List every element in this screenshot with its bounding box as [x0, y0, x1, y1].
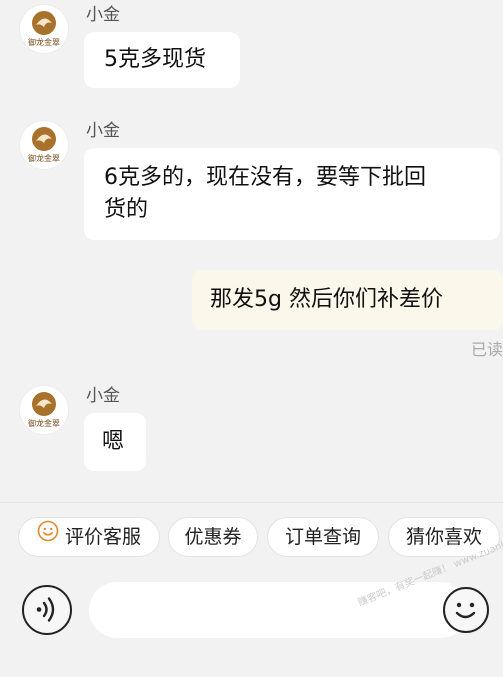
- dragon-logo-icon: 御龙金翠: [28, 11, 60, 47]
- chip-label: 猜你喜欢: [405, 526, 482, 548]
- toolbar-divider: [0, 502, 503, 503]
- smile-icon: [37, 517, 59, 555]
- agent-avatar[interactable]: 御龙金翠: [19, 385, 69, 435]
- order-query-chip[interactable]: 订单查询: [267, 517, 379, 557]
- message-input[interactable]: [89, 582, 469, 638]
- svg-text:御龙金翠: 御龙金翠: [28, 418, 60, 428]
- voice-button[interactable]: [22, 585, 72, 635]
- agent-avatar[interactable]: 御龙金翠: [19, 4, 69, 54]
- dragon-logo-icon: 御龙金翠: [28, 127, 60, 163]
- sender-name: 小金: [86, 386, 120, 406]
- chip-label: 优惠券: [184, 526, 242, 548]
- dragon-logo-icon: 御龙金翠: [28, 392, 60, 428]
- emoji-button[interactable]: [443, 587, 489, 633]
- agent-avatar[interactable]: 御龙金翠: [19, 120, 69, 170]
- message-line: 货的: [104, 197, 149, 222]
- message-line: 6克多的，现在没有，要等下批回: [104, 165, 426, 190]
- coupon-chip[interactable]: 优惠券: [168, 517, 258, 557]
- svg-text:御龙金翠: 御龙金翠: [28, 37, 60, 47]
- svg-text:御龙金翠: 御龙金翠: [28, 153, 60, 163]
- message-bubble[interactable]: 6克多的，现在没有，要等下批回 货的: [84, 148, 500, 240]
- voice-icon: [36, 597, 55, 622]
- message-bubble[interactable]: 嗯: [84, 413, 146, 471]
- rate-service-chip[interactable]: 评价客服: [18, 517, 160, 557]
- read-status: 已读: [470, 340, 503, 359]
- chip-label: 订单查询: [284, 526, 361, 548]
- sender-name: 小金: [86, 5, 120, 25]
- message-bubble[interactable]: 5克多现货: [84, 32, 240, 88]
- emoji-icon: [455, 602, 476, 619]
- chip-label: 评价客服: [64, 526, 141, 548]
- my-message-bubble[interactable]: 那发5g 然后你们补差价: [192, 270, 503, 330]
- sender-name: 小金: [86, 121, 120, 141]
